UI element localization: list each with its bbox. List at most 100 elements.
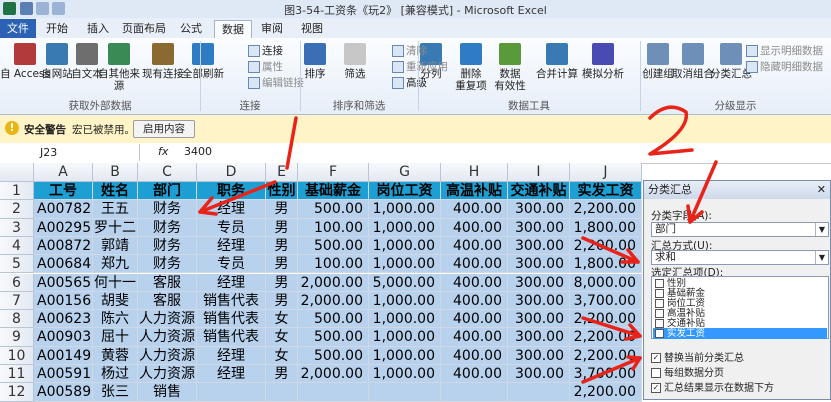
filter-small-icon-2[interactable] bbox=[392, 77, 404, 89]
fx-icon[interactable]: fx bbox=[158, 145, 168, 158]
table-cell[interactable]: 300.00 bbox=[508, 200, 570, 219]
table-cell[interactable]: A00149 bbox=[34, 346, 93, 365]
header-cell[interactable]: 交通补贴 bbox=[508, 182, 570, 201]
header-cell[interactable]: 实发工资 bbox=[570, 182, 642, 201]
row-header[interactable]: 10 bbox=[0, 346, 34, 365]
table-cell[interactable]: 女 bbox=[266, 346, 298, 365]
table-cell[interactable]: 3,700.00 bbox=[570, 291, 642, 311]
subtotal-item[interactable]: ✓ 实发工资 bbox=[653, 328, 827, 339]
row-header[interactable]: 3 bbox=[0, 218, 34, 237]
table-cell[interactable]: 500.00 bbox=[298, 310, 369, 329]
table-cell[interactable]: 男 bbox=[266, 273, 298, 292]
table-cell[interactable]: 财务 bbox=[138, 200, 197, 219]
header-cell[interactable]: 姓名 bbox=[93, 182, 138, 201]
table-cell[interactable]: 300.00 bbox=[508, 346, 570, 365]
filter-button-2[interactable]: 高级 bbox=[406, 75, 427, 90]
table-cell[interactable]: A00591 bbox=[34, 365, 93, 384]
table-cell[interactable]: 400.00 bbox=[441, 200, 508, 219]
header-cell[interactable]: 工号 bbox=[34, 182, 93, 201]
table-cell[interactable]: 300.00 bbox=[508, 365, 570, 384]
ribbon-button-7[interactable]: 筛选 bbox=[330, 68, 380, 80]
table-cell[interactable]: 2,000.00 bbox=[298, 291, 369, 311]
row-header[interactable]: 6 bbox=[0, 273, 34, 292]
table-cell[interactable]: A00782 bbox=[34, 200, 93, 219]
checkbox[interactable]: ✓ bbox=[651, 383, 661, 393]
table-cell[interactable]: 2,000.00 bbox=[298, 365, 369, 384]
table-cell[interactable]: 2,200.00 bbox=[570, 328, 642, 347]
ribbon-button-3[interactable]: 自其他来源 bbox=[94, 68, 144, 92]
table-cell[interactable] bbox=[369, 383, 441, 402]
tab-0[interactable]: 文件 bbox=[0, 19, 36, 38]
tab-5[interactable]: 数据 bbox=[214, 20, 252, 39]
table-cell[interactable] bbox=[508, 383, 570, 402]
header-cell[interactable]: 性别 bbox=[266, 182, 298, 201]
header-cell[interactable]: 职务 bbox=[197, 182, 266, 201]
table-cell[interactable]: 300.00 bbox=[508, 218, 570, 237]
table-cell[interactable]: 300.00 bbox=[508, 236, 570, 256]
table-cell[interactable]: 经理 bbox=[197, 346, 266, 365]
table-cell[interactable]: A00623 bbox=[34, 310, 93, 329]
table-cell[interactable]: 1,000.00 bbox=[369, 346, 441, 365]
table-cell[interactable]: 1,000.00 bbox=[369, 291, 441, 311]
other-source-icon[interactable] bbox=[108, 43, 130, 65]
checkbox[interactable] bbox=[655, 289, 664, 298]
dialog-option[interactable]: ✓ 汇总结果显示在数据下方 bbox=[651, 379, 774, 394]
table-cell[interactable]: A00295 bbox=[34, 218, 93, 237]
table-cell[interactable]: 经理 bbox=[197, 200, 266, 219]
table-cell[interactable]: 400.00 bbox=[441, 328, 508, 347]
ribbon-button-11[interactable]: 合并计算 bbox=[532, 68, 582, 80]
table-cell[interactable]: 郭靖 bbox=[93, 236, 138, 256]
table-cell[interactable]: 2,200.00 bbox=[570, 383, 642, 402]
table-cell[interactable]: 500.00 bbox=[298, 236, 369, 256]
table-cell[interactable]: 1,800.00 bbox=[570, 218, 642, 237]
function-select[interactable]: 求和 ▼ bbox=[651, 250, 829, 265]
table-cell[interactable]: 2,200.00 bbox=[570, 200, 642, 219]
table-cell[interactable]: 3,700.00 bbox=[570, 365, 642, 384]
connections-button-0[interactable]: 连接 bbox=[262, 43, 283, 58]
column-header[interactable]: B bbox=[93, 163, 138, 182]
table-cell[interactable]: 销售代表 bbox=[197, 310, 266, 329]
checkbox[interactable] bbox=[655, 299, 664, 308]
table-cell[interactable]: 财务 bbox=[138, 218, 197, 237]
checkbox[interactable] bbox=[655, 309, 664, 318]
table-cell[interactable]: 1,000.00 bbox=[369, 236, 441, 256]
enable-content-button[interactable]: 启用内容 bbox=[133, 120, 195, 138]
table-cell[interactable] bbox=[298, 383, 369, 402]
table-cell[interactable]: 男 bbox=[266, 236, 298, 256]
table-cell[interactable]: 500.00 bbox=[298, 328, 369, 347]
table-cell[interactable]: A00156 bbox=[34, 291, 93, 311]
table-cell[interactable]: 1,000.00 bbox=[369, 218, 441, 237]
table-cell[interactable]: 500.00 bbox=[298, 200, 369, 219]
row-header[interactable]: 1 bbox=[0, 182, 34, 201]
ungroup-icon[interactable] bbox=[682, 43, 704, 65]
sort-icon[interactable] bbox=[304, 43, 326, 65]
table-cell[interactable]: 专员 bbox=[197, 255, 266, 274]
table-cell[interactable]: 1,000.00 bbox=[369, 310, 441, 329]
table-cell[interactable]: 男 bbox=[266, 255, 298, 274]
text-icon[interactable] bbox=[76, 43, 98, 65]
column-header[interactable]: D bbox=[197, 163, 266, 182]
row-header[interactable]: 9 bbox=[0, 328, 34, 347]
name-box[interactable]: J23 bbox=[0, 144, 140, 161]
table-cell[interactable]: 销售代表 bbox=[197, 328, 266, 347]
table-cell[interactable]: 400.00 bbox=[441, 236, 508, 256]
tab-2[interactable]: 插入 bbox=[80, 20, 116, 37]
table-cell[interactable]: 1,000.00 bbox=[369, 328, 441, 347]
row-header[interactable]: 4 bbox=[0, 236, 34, 256]
table-cell[interactable]: 300.00 bbox=[508, 255, 570, 274]
tab-7[interactable]: 视图 bbox=[294, 20, 330, 37]
table-cell[interactable]: 专员 bbox=[197, 218, 266, 237]
table-cell[interactable]: 5,000.00 bbox=[369, 273, 441, 292]
close-icon[interactable]: ✕ bbox=[817, 183, 826, 196]
chevron-down-icon[interactable]: ▼ bbox=[815, 251, 828, 264]
chevron-down-icon[interactable]: ▼ bbox=[815, 223, 828, 236]
table-cell[interactable]: 1,000.00 bbox=[369, 365, 441, 384]
table-cell[interactable]: 人力资源 bbox=[138, 365, 197, 384]
header-cell[interactable]: 基础薪金 bbox=[298, 182, 369, 201]
ribbon-button-10[interactable]: 数据 有效性 bbox=[485, 68, 535, 92]
table-cell[interactable]: 400.00 bbox=[441, 346, 508, 365]
what-if-icon[interactable] bbox=[592, 43, 614, 65]
table-cell[interactable]: 400.00 bbox=[441, 310, 508, 329]
table-cell[interactable]: 300.00 bbox=[508, 291, 570, 311]
consolidate-icon[interactable] bbox=[546, 43, 568, 65]
